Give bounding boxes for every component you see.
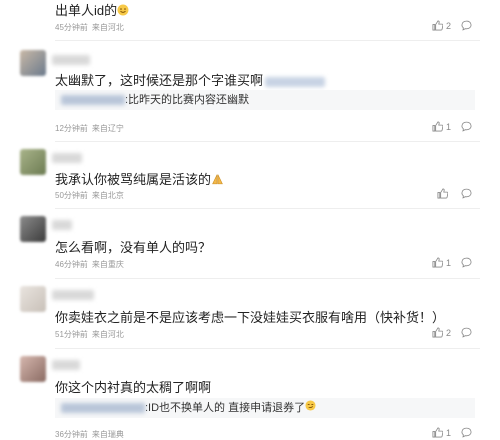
praying-hands-emoji-icon (211, 173, 224, 189)
reply-username-blurred[interactable] (61, 403, 145, 414)
username-blurred[interactable] (52, 55, 90, 65)
username-blurred[interactable] (52, 153, 82, 163)
username-blurred[interactable] (52, 360, 80, 370)
comment-text: 我承认你被骂纯属是活该的 (55, 172, 212, 187)
comment-location: 来自重庆 (91, 260, 124, 269)
comment-location: 来自瑞典 (91, 430, 124, 439)
avatar[interactable] (20, 149, 46, 175)
comment-time: 36分钟前 (55, 430, 88, 439)
comment-bubble-icon (461, 121, 472, 132)
comment-time: 12分钟前 (55, 124, 88, 133)
comment-text: 怎么看啊，没有单人的吗？ (55, 240, 212, 255)
comment-meta: 50分钟前 来自北京 (55, 190, 128, 201)
avatar[interactable] (20, 50, 46, 76)
comment-time: 45分钟前 (55, 23, 88, 32)
comment-meta: 46分钟前 来自重庆 (55, 259, 128, 270)
smirk-emoji-icon (305, 398, 316, 418)
reply-button[interactable] (461, 121, 472, 132)
comment-time: 50分钟前 (55, 191, 88, 200)
like-button[interactable]: 2 (432, 327, 451, 338)
comment-bubble-icon (461, 188, 472, 199)
comment-actions: 1 (432, 257, 472, 268)
reply-text: :比昨天的比赛内容还幽默 (125, 94, 250, 106)
divider (55, 40, 480, 41)
reply-button[interactable] (461, 427, 472, 438)
comment-text: 出单人id的 (55, 3, 118, 18)
thumbs-up-icon (432, 327, 443, 338)
smile-emoji-icon (117, 4, 129, 19)
thumbs-up-icon (437, 188, 448, 199)
reply-button[interactable] (461, 188, 472, 199)
comment-actions: 1 (432, 427, 472, 438)
thumbs-up-icon (432, 427, 443, 438)
like-count: 1 (445, 257, 451, 268)
comment-location: 来自河北 (91, 23, 124, 32)
comment-location: 来自河北 (91, 330, 124, 339)
like-button[interactable]: 1 (432, 427, 451, 438)
like-button[interactable]: 2 (432, 20, 451, 31)
mentioned-user-blurred[interactable] (265, 76, 326, 87)
comment-location: 来自辽宁 (91, 124, 124, 133)
comment-time: 51分钟前 (55, 330, 88, 339)
username-blurred[interactable] (52, 290, 94, 300)
comment-text: 你卖娃衣之前是不是应该考虑一下没娃娃买衣服有啥用（快补货！） (55, 310, 446, 325)
comment-bubble-icon (461, 327, 472, 338)
divider (55, 208, 480, 209)
comment-meta: 45分钟前 来自河北 (55, 22, 128, 33)
thumbs-up-icon (432, 20, 443, 31)
username-blurred[interactable] (52, 220, 72, 230)
divider (55, 141, 480, 142)
like-count: 1 (445, 427, 451, 438)
comment-time: 46分钟前 (55, 260, 88, 269)
comment-bubble-icon (461, 20, 472, 31)
like-button[interactable]: 1 (432, 121, 451, 132)
divider (55, 278, 480, 279)
like-count: 1 (445, 121, 451, 132)
avatar[interactable] (20, 356, 46, 382)
comment-text: 你这个内衬真的太稠了啊啊 (55, 380, 212, 395)
comment-meta: 36分钟前 来自瑞典 (55, 429, 128, 440)
comment-actions: 1 (432, 121, 472, 132)
comment-location: 来自北京 (91, 191, 124, 200)
comment-bubble-icon (461, 427, 472, 438)
avatar[interactable] (20, 216, 46, 242)
comment-actions (437, 188, 472, 199)
like-button[interactable]: 1 (432, 257, 451, 268)
thumbs-up-icon (432, 121, 443, 132)
like-button[interactable] (437, 188, 451, 199)
reply-text: :ID也不换单人的 直接申请退券了 (145, 402, 306, 414)
reply-username-blurred[interactable] (61, 95, 125, 106)
comment-bubble-icon (461, 257, 472, 268)
comment-actions: 2 (432, 20, 472, 31)
reply-button[interactable] (461, 20, 472, 31)
thumbs-up-icon (432, 257, 443, 268)
reply-button[interactable] (461, 257, 472, 268)
like-count: 2 (445, 20, 451, 31)
comment-meta: 12分钟前 来自辽宁 (55, 123, 128, 134)
like-count: 2 (445, 327, 451, 338)
divider (55, 348, 480, 349)
reply-preview[interactable]: :比昨天的比赛内容还幽默 (55, 90, 475, 110)
reply-preview[interactable]: :ID也不换单人的 直接申请退券了 (55, 398, 475, 418)
comment-actions: 2 (432, 327, 472, 338)
reply-button[interactable] (461, 327, 472, 338)
avatar[interactable] (20, 286, 46, 312)
comment-text: 太幽默了，这时候还是那个字谁买啊 (55, 73, 264, 88)
comment-meta: 51分钟前 来自河北 (55, 329, 128, 340)
